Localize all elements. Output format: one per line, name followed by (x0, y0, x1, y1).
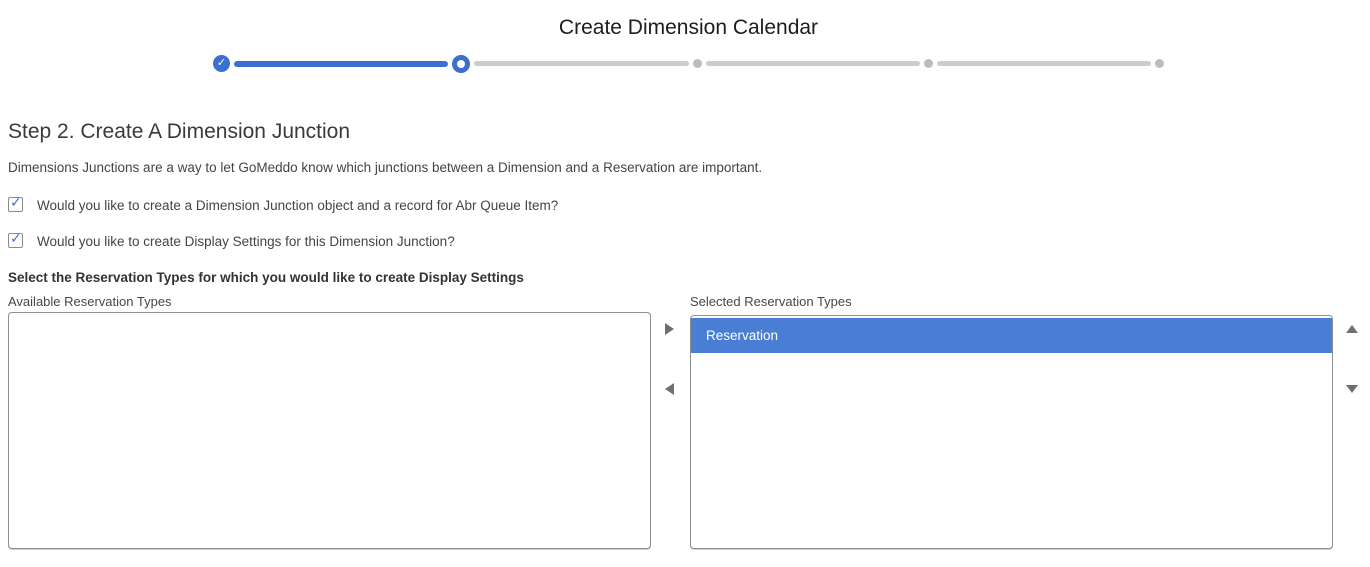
stepper-connector (937, 61, 1151, 66)
arrow-left-icon (665, 383, 674, 395)
progress-stepper: ✓ (213, 54, 1164, 73)
create-junction-checkbox-row: ✓ Would you like to create a Dimension J… (8, 197, 558, 213)
stepper-connector (234, 61, 448, 67)
check-icon: ✓ (217, 58, 226, 69)
check-icon: ✓ (10, 231, 22, 246)
stepper-step-3-upcoming[interactable] (693, 59, 702, 68)
stepper-step-1-completed[interactable]: ✓ (213, 55, 230, 72)
create-junction-checkbox[interactable]: ✓ (8, 197, 23, 212)
list-item[interactable]: Reservation (691, 318, 1332, 353)
stepper-connector (706, 61, 920, 66)
arrow-up-icon (1346, 325, 1358, 333)
selected-reservation-types-list[interactable]: Reservation (690, 315, 1333, 549)
move-up-button[interactable] (1344, 321, 1360, 337)
page-title: Create Dimension Calendar (213, 16, 1164, 40)
arrow-right-icon (665, 323, 674, 335)
display-settings-checkbox-label: Would you like to create Display Setting… (37, 233, 455, 249)
selected-list-label: Selected Reservation Types (690, 294, 852, 309)
move-right-button[interactable] (661, 321, 677, 337)
create-junction-checkbox-label: Would you like to create a Dimension Jun… (37, 197, 558, 213)
step-description: Dimensions Junctions are a way to let Go… (8, 160, 762, 175)
move-left-button[interactable] (661, 381, 677, 397)
available-list-label: Available Reservation Types (8, 294, 172, 309)
display-settings-checkbox[interactable]: ✓ (8, 233, 23, 248)
move-down-button[interactable] (1344, 381, 1360, 397)
check-icon: ✓ (10, 195, 22, 210)
stepper-connector (474, 61, 688, 66)
stepper-step-4-upcoming[interactable] (924, 59, 933, 68)
step-heading: Step 2. Create A Dimension Junction (8, 120, 350, 144)
select-reservation-types-label: Select the Reservation Types for which y… (8, 270, 524, 285)
arrow-down-icon (1346, 385, 1358, 393)
create-dimension-calendar-wizard: Create Dimension Calendar ✓ Step 2. Crea… (0, 0, 1370, 567)
available-reservation-types-list[interactable] (8, 312, 651, 549)
stepper-step-2-current[interactable] (452, 55, 470, 73)
display-settings-checkbox-row: ✓ Would you like to create Display Setti… (8, 233, 455, 249)
stepper-step-5-upcoming[interactable] (1155, 59, 1164, 68)
